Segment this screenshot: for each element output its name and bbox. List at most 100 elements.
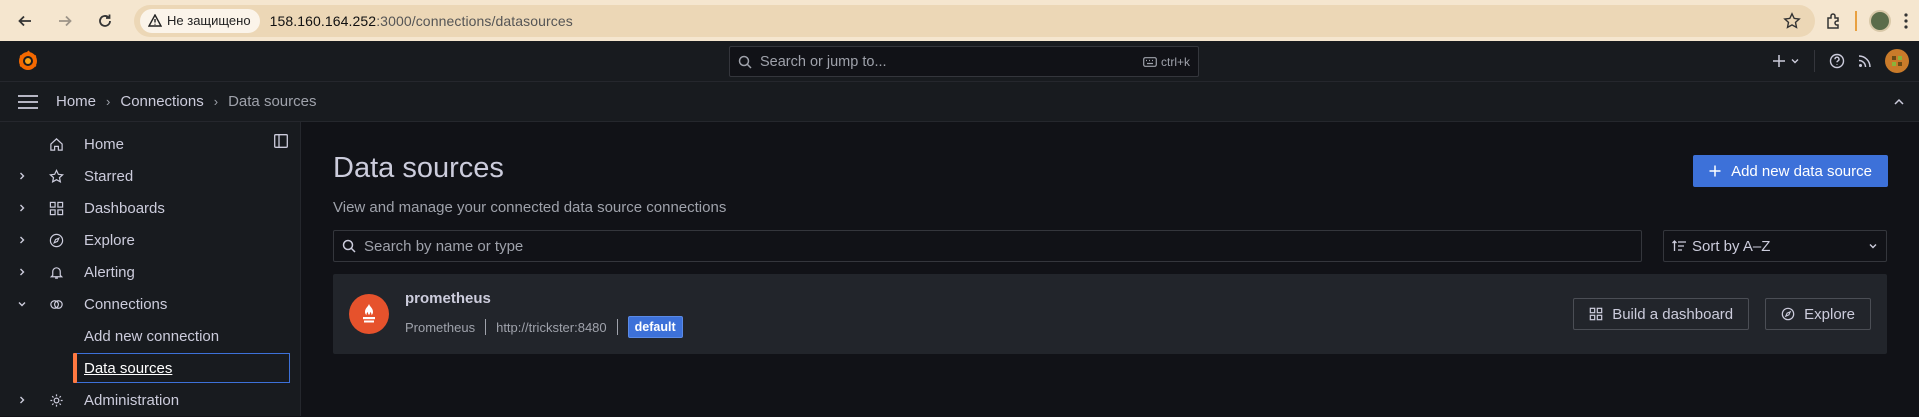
compass-icon xyxy=(46,233,66,248)
apps-icon xyxy=(46,201,66,216)
reload-button[interactable] xyxy=(90,6,120,36)
breadcrumb-home[interactable]: Home xyxy=(56,93,96,110)
prometheus-logo-icon xyxy=(349,294,389,334)
chevron-right-icon[interactable] xyxy=(12,235,32,245)
sidebar-item-label: Dashboards xyxy=(84,199,165,217)
explore-label: Explore xyxy=(1804,305,1855,323)
search-placeholder: Search by name or type xyxy=(364,237,524,255)
help-button[interactable] xyxy=(1823,46,1851,76)
hamburger-icon xyxy=(18,94,38,109)
sidebar-item-data-sources[interactable]: Data sources xyxy=(73,353,290,383)
sidebar-item-starred[interactable]: Starred xyxy=(0,160,300,192)
star-icon xyxy=(46,168,66,184)
plus-icon xyxy=(1773,55,1785,67)
sort-icon xyxy=(1672,240,1686,251)
meta-divider xyxy=(485,319,487,335)
add-new-data-source-button[interactable]: Add new data source xyxy=(1693,155,1888,187)
sidebar-item-label: Explore xyxy=(84,231,135,249)
keyboard-icon xyxy=(1143,56,1157,67)
search-icon xyxy=(738,55,752,69)
sidebar-item-label: Home xyxy=(84,135,125,153)
browser-toolbar: Не защищено 158.160.164.252:3000/connect… xyxy=(0,0,1919,41)
add-button-label: Add new data source xyxy=(1731,162,1872,180)
sidebar-item-connections[interactable]: Connections xyxy=(0,288,300,320)
bell-icon xyxy=(46,265,66,280)
more-vertical-icon[interactable] xyxy=(1903,12,1909,30)
sidebar-item-administration[interactable]: Administration xyxy=(0,384,300,416)
build-dashboard-label: Build a dashboard xyxy=(1612,305,1734,323)
security-label: Не защищено xyxy=(167,13,251,28)
forward-button[interactable] xyxy=(50,6,80,36)
shortcut-label: ctrl+k xyxy=(1160,54,1190,69)
profile-avatar[interactable] xyxy=(1869,9,1891,32)
build-dashboard-button[interactable]: Build a dashboard xyxy=(1573,298,1750,330)
chevron-right-icon[interactable] xyxy=(12,171,32,181)
datasource-type: Prometheus xyxy=(405,319,476,335)
chevron-right-icon[interactable] xyxy=(12,395,32,405)
chevron-right-icon[interactable] xyxy=(12,267,32,277)
chevron-up-icon xyxy=(1894,98,1904,105)
datasource-meta: Prometheus http://trickster:8480 default xyxy=(405,316,683,338)
breadcrumb-separator-icon: › xyxy=(213,94,219,109)
sidebar-item-dashboards[interactable]: Dashboards xyxy=(0,192,300,224)
user-avatar-icon xyxy=(1892,56,1902,66)
sidebar-item-add-new-connection[interactable]: Add new connection xyxy=(0,320,300,352)
search-icon xyxy=(342,239,356,253)
chevron-down-icon xyxy=(1791,59,1799,64)
datasource-url: http://trickster:8480 xyxy=(496,319,607,335)
search-placeholder: Search or jump to... xyxy=(760,53,887,70)
default-badge: default xyxy=(627,316,683,338)
collapse-header-button[interactable] xyxy=(1893,96,1905,108)
url-text: 158.160.164.252:3000/connections/datasou… xyxy=(270,13,573,29)
chevron-down-icon[interactable] xyxy=(12,299,32,309)
sidebar-item-label: Administration xyxy=(84,391,180,409)
datasource-search-input[interactable]: Search by name or type xyxy=(333,230,1642,262)
sidebar-item-explore[interactable]: Explore xyxy=(0,224,300,256)
user-avatar[interactable] xyxy=(1885,49,1909,73)
url-path: :3000/connections/datasources xyxy=(376,12,573,29)
plus-icon xyxy=(1709,165,1721,177)
rss-icon xyxy=(1858,55,1871,68)
datasource-card[interactable]: prometheus Prometheus http://trickster:8… xyxy=(333,274,1887,354)
new-menu-button[interactable] xyxy=(1766,46,1806,76)
topbar-divider xyxy=(1814,50,1815,72)
back-button[interactable] xyxy=(10,6,40,36)
arrow-right-icon xyxy=(59,15,72,26)
gear-icon xyxy=(46,393,66,408)
sort-value: Sort by A–Z xyxy=(1692,237,1771,255)
breadcrumb-current: Data sources xyxy=(228,93,317,110)
menu-toggle-button[interactable] xyxy=(16,90,40,114)
sort-select[interactable]: Sort by A–Z xyxy=(1663,230,1887,262)
extensions-icon[interactable] xyxy=(1825,12,1843,30)
global-search-input[interactable]: Search or jump to... ctrl+k xyxy=(729,46,1199,77)
link-icon xyxy=(46,297,66,312)
sidebar-item-alerting[interactable]: Alerting xyxy=(0,256,300,288)
bookmark-star-icon[interactable] xyxy=(1783,11,1801,30)
url-host: 158.160.164.252 xyxy=(269,12,377,29)
grafana-logo-icon[interactable] xyxy=(8,41,48,81)
sidebar: Home Starred Dashboards Explore Alerting… xyxy=(0,122,301,416)
address-bar[interactable]: Не защищено 158.160.164.252:3000/connect… xyxy=(134,4,1815,37)
datasource-name[interactable]: prometheus xyxy=(405,290,683,307)
breadcrumb-separator-icon: › xyxy=(106,94,111,109)
warning-icon xyxy=(148,14,162,27)
page-title: Data sources xyxy=(333,152,504,184)
page-subtitle: View and manage your connected data sour… xyxy=(333,199,727,216)
arrow-left-icon xyxy=(18,15,31,26)
sidebar-item-home[interactable]: Home xyxy=(0,128,300,160)
breadcrumb-connections[interactable]: Connections xyxy=(120,93,203,110)
security-chip[interactable]: Не защищено xyxy=(140,8,260,33)
chevron-right-icon[interactable] xyxy=(12,203,32,213)
home-icon xyxy=(46,137,66,152)
help-icon xyxy=(1829,53,1845,69)
reload-icon xyxy=(99,14,111,27)
grafana-topbar: Search or jump to... ctrl+k xyxy=(0,41,1919,82)
sidebar-item-label: Connections xyxy=(84,295,168,313)
sidebar-item-label: Starred xyxy=(84,167,134,185)
explore-button[interactable]: Explore xyxy=(1765,298,1871,330)
compass-icon xyxy=(1781,307,1795,321)
news-button[interactable] xyxy=(1851,46,1879,76)
meta-divider xyxy=(616,319,618,335)
toolbar-divider xyxy=(1855,10,1857,31)
main-content: Data sources View and manage your connec… xyxy=(301,122,1919,416)
